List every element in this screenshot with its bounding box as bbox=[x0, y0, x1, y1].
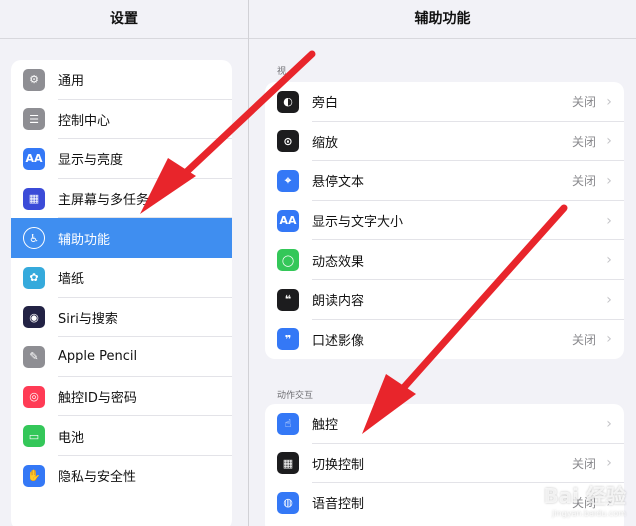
siri-icon: ◉ bbox=[23, 306, 45, 329]
row-label: 显示与亮度 bbox=[58, 153, 124, 169]
row-label: 缩放 bbox=[312, 135, 339, 151]
sidebar-item-gear[interactable]: ⚙ 通用 bbox=[11, 60, 232, 100]
row-value: 关闭 bbox=[571, 174, 596, 189]
row-value: 关闭 bbox=[571, 95, 596, 110]
chevron-right-icon: › bbox=[606, 212, 612, 229]
setting-row-switch-control[interactable]: ▦ 切换控制 关闭 › bbox=[265, 444, 624, 484]
setting-row-audio-description[interactable]: ❞ 口述影像 关闭 › bbox=[265, 320, 624, 359]
chevron-right-icon: › bbox=[606, 455, 612, 472]
row-label: Siri与搜索 bbox=[58, 311, 118, 327]
row-label: 触控 bbox=[312, 418, 339, 434]
row-label: 辅助功能 bbox=[58, 232, 111, 248]
gear-icon: ⚙ bbox=[23, 68, 45, 91]
speech-icon: ❝ bbox=[277, 288, 299, 311]
baidu-watermark: Bai 经验 jingyan.baidu.com bbox=[543, 480, 626, 518]
row-label: 语音控制 bbox=[312, 497, 365, 513]
accessibility-panel: 辅助功能 视 ◐ 旁白 关闭 › ⊙ 缩放 关闭 › ⌖ 悬停文本 关闭 › AA 显示与文字大小 › ◯ 动态… bbox=[249, 0, 636, 526]
chevron-right-icon: › bbox=[606, 331, 612, 348]
vision-settings-list: ◐ 旁白 关闭 › ⊙ 缩放 关闭 › ⌖ 悬停文本 关闭 › AA 显示与文字大小 › ◯ 动态效果 › ❝ 朗读内… bbox=[265, 82, 624, 359]
audio-description-icon: ❞ bbox=[277, 328, 299, 351]
sidebar-list: ⚙ 通用 ☰ 控制中心 AA 显示与亮度 ▦ 主屏幕与多任务 ♿ 辅助功能 ✿ 墙纸 ◉ Siri与搜索 ✎… bbox=[11, 60, 232, 526]
row-label: 切换控制 bbox=[312, 457, 365, 473]
row-label: 墙纸 bbox=[58, 272, 85, 288]
row-label: 旁白 bbox=[312, 96, 339, 112]
setting-row-text-size[interactable]: AA 显示与文字大小 › bbox=[265, 201, 624, 241]
sidebar-item-flower[interactable]: ✿ 墙纸 bbox=[11, 258, 232, 298]
setting-row-voiceover[interactable]: ◐ 旁白 关闭 › bbox=[265, 82, 624, 122]
row-label: 电池 bbox=[58, 430, 85, 446]
chevron-right-icon: › bbox=[606, 172, 612, 189]
text-size-icon: AA bbox=[277, 209, 299, 232]
setting-row-zoom[interactable]: ⊙ 缩放 关闭 › bbox=[265, 122, 624, 162]
watermark-brand: Bai 经验 bbox=[543, 484, 626, 508]
sidebar-item-accessibility[interactable]: ♿ 辅助功能 bbox=[11, 218, 232, 258]
setting-row-touch-hand[interactable]: ☝ 触控 › bbox=[265, 404, 624, 444]
voiceover-icon: ◐ bbox=[277, 90, 299, 113]
settings-screen: 设置 ⚙ 通用 ☰ 控制中心 AA 显示与亮度 ▦ 主屏幕与多任务 ♿ 辅助功能 ✿ 墙纸 ◉ Siri与… bbox=[0, 0, 636, 526]
row-value: 关闭 bbox=[571, 332, 596, 347]
row-label: 动态效果 bbox=[312, 254, 365, 270]
chevron-right-icon: › bbox=[606, 291, 612, 308]
voice-control-icon: ◍ bbox=[277, 491, 299, 514]
panel-title: 辅助功能 bbox=[414, 11, 471, 27]
accessibility-icon: ♿ bbox=[23, 227, 45, 250]
sidebar-title-divider bbox=[0, 38, 248, 39]
hand-icon: ✋ bbox=[23, 464, 45, 487]
chevron-right-icon: › bbox=[606, 415, 612, 432]
text-size-icon: AA bbox=[23, 147, 45, 170]
sidebar-item-fingerprint[interactable]: ◎ 触控ID与密码 bbox=[11, 377, 232, 417]
sidebar-title: 设置 bbox=[110, 11, 138, 27]
setting-row-hover-text[interactable]: ⌖ 悬停文本 关闭 › bbox=[265, 161, 624, 201]
sidebar-item-switches[interactable]: ☰ 控制中心 bbox=[11, 100, 232, 140]
sidebar-item-pencil[interactable]: ✎ Apple Pencil bbox=[11, 337, 232, 377]
row-label: 朗读内容 bbox=[312, 294, 365, 310]
zoom-icon: ⊙ bbox=[277, 130, 299, 153]
row-label: Apple Pencil bbox=[58, 349, 138, 365]
switches-icon: ☰ bbox=[23, 108, 45, 131]
section-header-vision: 视 bbox=[277, 67, 287, 77]
home-grid-icon: ▦ bbox=[23, 187, 45, 210]
sidebar-item-hand[interactable]: ✋ 隐私与安全性 bbox=[11, 456, 232, 496]
motion-icon: ◯ bbox=[277, 249, 299, 272]
row-value: 关闭 bbox=[571, 456, 596, 471]
watermark-url: jingyan.baidu.com bbox=[552, 509, 626, 518]
row-label: 口述影像 bbox=[312, 333, 365, 349]
chevron-right-icon: › bbox=[606, 133, 612, 150]
sidebar-item-siri[interactable]: ◉ Siri与搜索 bbox=[11, 298, 232, 338]
setting-row-motion[interactable]: ◯ 动态效果 › bbox=[265, 240, 624, 280]
section-header-interaction: 动作交互 bbox=[277, 391, 314, 401]
touch-hand-icon: ☝ bbox=[277, 412, 299, 435]
chevron-right-icon: › bbox=[606, 252, 612, 269]
row-label: 触控ID与密码 bbox=[58, 391, 137, 407]
row-value: 关闭 bbox=[571, 134, 596, 149]
row-label: 悬停文本 bbox=[312, 175, 365, 191]
fingerprint-icon: ◎ bbox=[23, 385, 45, 408]
flower-icon: ✿ bbox=[23, 266, 45, 289]
battery-icon: ▭ bbox=[23, 425, 45, 448]
row-label: 隐私与安全性 bbox=[58, 470, 137, 486]
pencil-icon: ✎ bbox=[23, 345, 45, 368]
sidebar-item-text-size[interactable]: AA 显示与亮度 bbox=[11, 139, 232, 179]
settings-sidebar: 设置 ⚙ 通用 ☰ 控制中心 AA 显示与亮度 ▦ 主屏幕与多任务 ♿ 辅助功能 ✿ 墙纸 ◉ Siri与… bbox=[0, 0, 248, 526]
panel-title-divider bbox=[249, 38, 636, 39]
chevron-right-icon: › bbox=[606, 93, 612, 110]
hover-text-icon: ⌖ bbox=[277, 169, 299, 192]
row-label: 显示与文字大小 bbox=[312, 215, 404, 231]
row-label: 通用 bbox=[58, 74, 85, 90]
switch-control-icon: ▦ bbox=[277, 452, 299, 475]
setting-row-speech[interactable]: ❝ 朗读内容 › bbox=[265, 280, 624, 320]
sidebar-item-battery[interactable]: ▭ 电池 bbox=[11, 416, 232, 456]
sidebar-item-home-grid[interactable]: ▦ 主屏幕与多任务 bbox=[11, 179, 232, 219]
row-label: 控制中心 bbox=[58, 113, 111, 129]
row-label: 主屏幕与多任务 bbox=[58, 193, 150, 209]
